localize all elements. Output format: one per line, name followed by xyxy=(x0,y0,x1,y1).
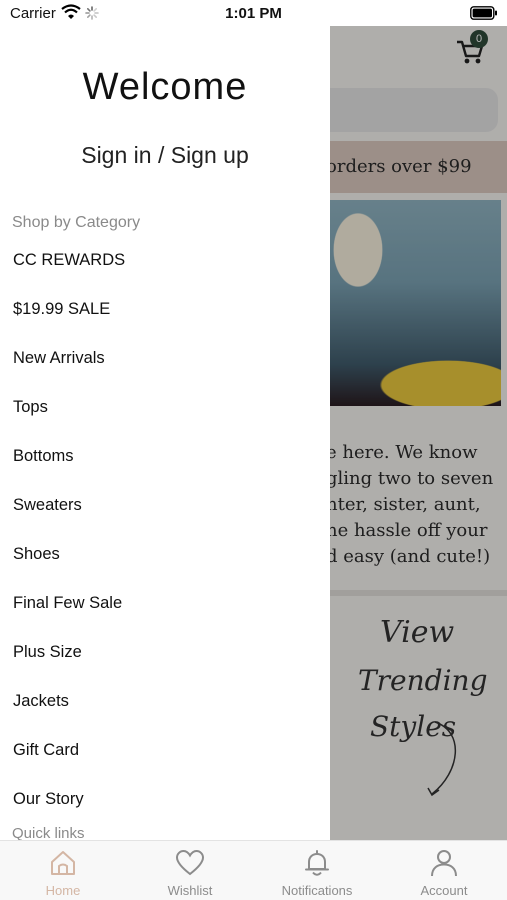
menu-item-sweaters[interactable]: Sweaters xyxy=(0,481,330,530)
menu-item-sale[interactable]: $19.99 SALE xyxy=(0,285,330,334)
menu-item-jackets[interactable]: Jackets xyxy=(0,677,330,726)
welcome-heading: Welcome xyxy=(82,66,248,108)
sign-in-link[interactable]: Sign in / Sign up xyxy=(0,142,330,169)
tab-home-label: Home xyxy=(45,883,81,898)
bell-icon xyxy=(305,850,329,876)
tab-account-label: Account xyxy=(420,883,468,898)
menu-item-tops[interactable]: Tops xyxy=(0,383,330,432)
shop-by-category-label: Shop by Category xyxy=(12,214,141,231)
menu-item-bottoms[interactable]: Bottoms xyxy=(0,432,330,481)
tab-home[interactable]: Home xyxy=(0,841,126,900)
tab-wishlist-label: Wishlist xyxy=(167,883,213,898)
heart-icon xyxy=(175,849,205,876)
tab-bar: Home Wishlist Notifications Account xyxy=(0,840,507,900)
tab-wishlist[interactable]: Wishlist xyxy=(127,841,253,900)
quick-links-label: Quick links xyxy=(12,825,85,840)
person-icon xyxy=(431,850,457,877)
side-drawer: Welcome Sign in / Sign up Shop by Catego… xyxy=(0,26,330,840)
tab-notifications-label: Notifications xyxy=(281,883,353,898)
battery-icon xyxy=(470,6,497,20)
status-time: 1:01 PM xyxy=(225,5,282,22)
category-menu: CC REWARDS $19.99 SALE New Arrivals Tops… xyxy=(0,236,330,824)
home-icon xyxy=(51,851,75,875)
tab-account[interactable]: Account xyxy=(381,841,507,900)
menu-item-cc-rewards[interactable]: CC REWARDS xyxy=(0,236,330,285)
menu-item-shoes[interactable]: Shoes xyxy=(0,530,330,579)
menu-item-new-arrivals[interactable]: New Arrivals xyxy=(0,334,330,383)
menu-item-our-story[interactable]: Our Story xyxy=(0,775,330,824)
menu-item-plus-size[interactable]: Plus Size xyxy=(0,628,330,677)
menu-item-final-few-sale[interactable]: Final Few Sale xyxy=(0,579,330,628)
tab-notifications[interactable]: Notifications xyxy=(254,841,380,900)
status-bar: Carrier 1:01 PM xyxy=(0,0,507,26)
menu-item-gift-card[interactable]: Gift Card xyxy=(0,726,330,775)
